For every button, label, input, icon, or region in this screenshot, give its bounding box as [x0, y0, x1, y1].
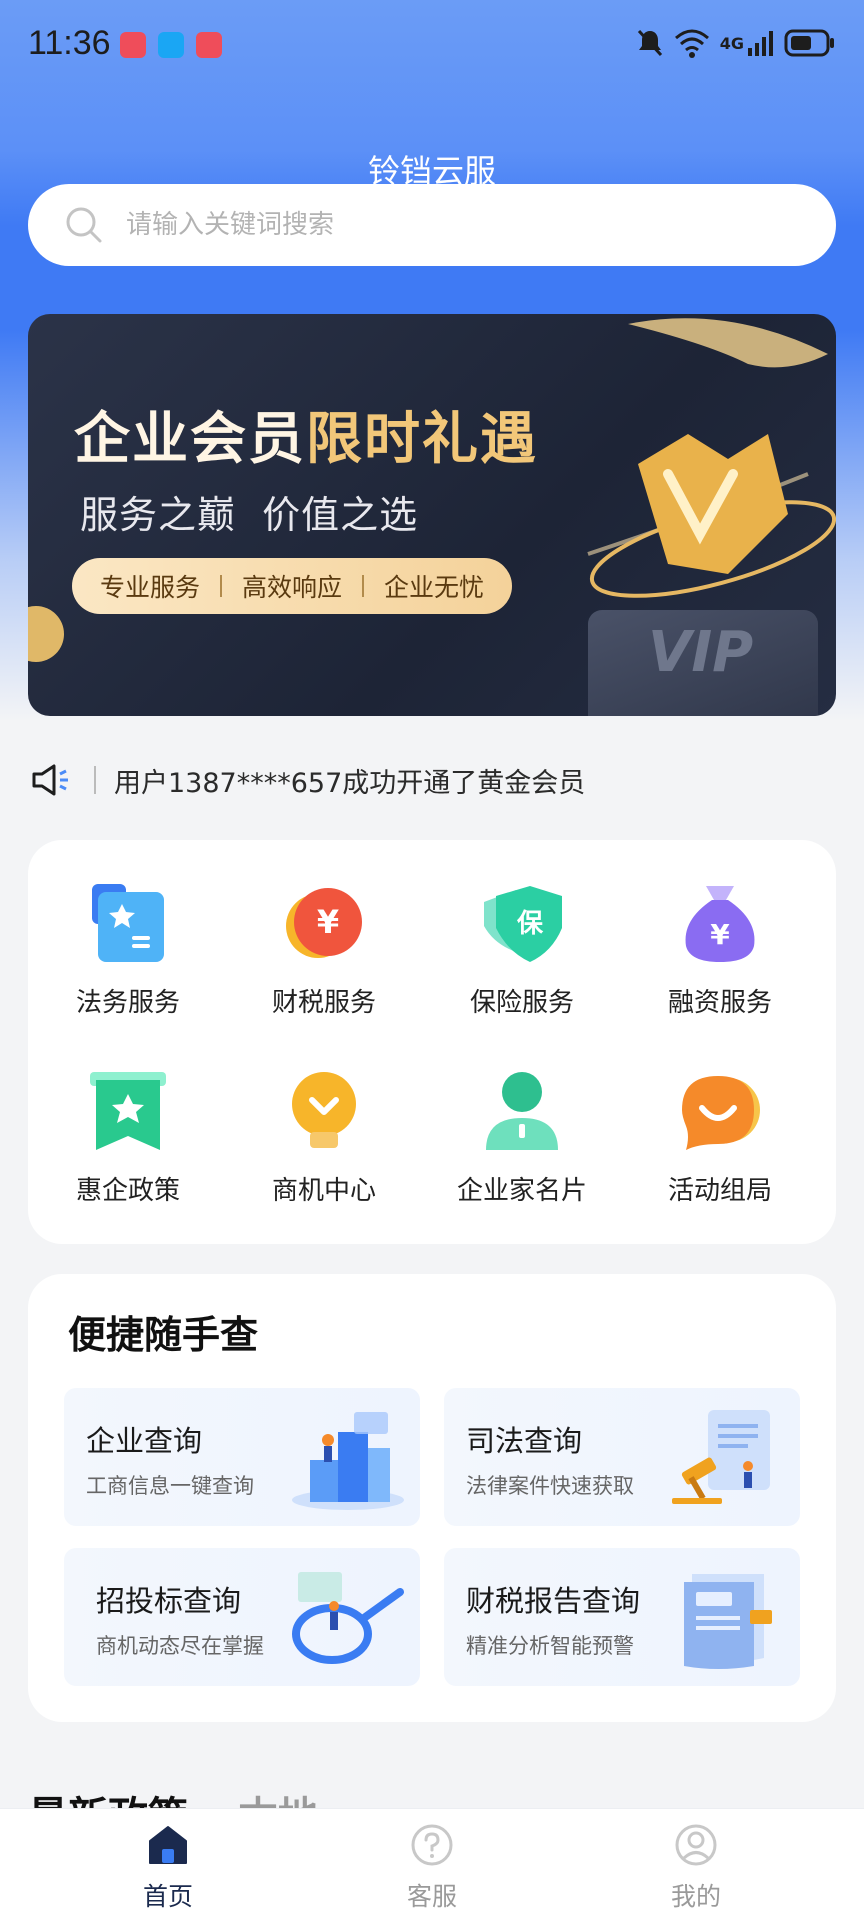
banner-subtitle: 服务之巅 价值之选	[80, 493, 419, 537]
user-profile-icon	[675, 1824, 717, 1866]
banner-title-part1: 企业会员	[74, 407, 306, 472]
gavel-document-illustration-icon	[672, 1410, 770, 1504]
tab-label: 我的	[670, 1882, 721, 1911]
notification-message-icon	[158, 32, 184, 58]
notice-divider	[94, 766, 96, 794]
signal-icon	[748, 31, 773, 56]
svg-text:保: 保	[516, 909, 544, 939]
service-label: 企业家名片	[456, 1176, 587, 1206]
query-card-bidding[interactable]: 招投标查询 商机动态尽在掌握	[64, 1548, 420, 1686]
tab-home[interactable]: 首页	[98, 1823, 238, 1915]
service-policy-benefits[interactable]: 惠企政策	[28, 1070, 228, 1220]
tab-profile[interactable]: 我的	[626, 1823, 766, 1915]
service-label: 法务服务	[75, 988, 180, 1018]
tab-label: 首页	[142, 1882, 193, 1911]
wifi-icon	[674, 29, 709, 58]
service-label: 保险服务	[469, 988, 574, 1018]
buildings-illustration-icon	[292, 1412, 404, 1510]
mute-bell-icon	[637, 29, 662, 57]
service-entrepreneur-card[interactable]: 企业家名片	[422, 1070, 622, 1220]
search-input[interactable]	[126, 210, 766, 240]
notice-text: 用户1387****657成功开通了黄金会员	[114, 767, 586, 799]
tag-divider	[220, 575, 223, 597]
service-label: 财税服务	[271, 988, 376, 1018]
lightbulb-icon	[292, 1072, 356, 1148]
search-icon	[66, 207, 102, 243]
insurance-shield-icon: 保	[484, 886, 562, 962]
status-icons: 4G	[636, 28, 836, 58]
query-card-title: 招投标查询	[96, 1584, 242, 1618]
query-card-subtitle: 工商信息一键查询	[86, 1474, 254, 1498]
legal-card-icon	[92, 884, 164, 962]
banner-tag: 企业无忧	[384, 573, 485, 602]
service-business-opportunity[interactable]: 商机中心	[224, 1070, 424, 1220]
query-card-title: 司法查询	[466, 1424, 583, 1458]
bottom-tab-bar: 首页 客服 我的	[0, 1808, 864, 1920]
service-label: 活动组局	[667, 1176, 772, 1206]
person-icon	[486, 1072, 558, 1150]
notification-app-icon	[196, 32, 222, 58]
tax-report-illustration-icon	[684, 1574, 772, 1669]
service-label: 商机中心	[271, 1176, 376, 1206]
megaphone-icon	[32, 764, 68, 796]
magnifier-illustration-icon	[292, 1572, 404, 1664]
tag-divider	[362, 575, 365, 597]
query-card-title: 财税报告查询	[466, 1584, 641, 1618]
smile-bubble-icon	[682, 1076, 760, 1150]
svg-text:¥: ¥	[317, 903, 339, 941]
quick-query-panel: 便捷随手查 企业查询 工商信息一键查询 司法查询 法律案件快速获取 招投标查询 …	[28, 1274, 836, 1722]
tab-label: 客服	[406, 1882, 457, 1911]
banner-title-highlight: 限时礼遇	[306, 407, 538, 472]
query-card-judicial[interactable]: 司法查询 法律案件快速获取	[444, 1388, 800, 1526]
service-label: 惠企政策	[75, 1176, 180, 1206]
quick-query-title: 便捷随手查	[68, 1313, 259, 1357]
service-legal[interactable]: 法务服务	[28, 882, 228, 1032]
service-tax[interactable]: ¥ 财税服务	[224, 882, 424, 1032]
notification-app-icon	[120, 32, 146, 58]
service-label: 融资服务	[667, 988, 772, 1018]
query-card-tax-report[interactable]: 财税报告查询 精准分析智能预警	[444, 1548, 800, 1686]
money-bag-icon: ¥	[685, 886, 755, 962]
query-card-title: 企业查询	[86, 1424, 203, 1458]
service-financing[interactable]: ¥ 融资服务	[620, 882, 820, 1032]
banner-tag: 专业服务	[100, 573, 201, 602]
status-time: 11:36	[28, 24, 111, 62]
help-question-icon	[411, 1824, 453, 1866]
home-icon	[149, 1826, 187, 1864]
query-card-subtitle: 精准分析智能预警	[466, 1634, 634, 1658]
services-grid: 法务服务 ¥ 财税服务 保 保险服务 ¥ 融资服务 惠企政策 商机中心 企业家名…	[28, 840, 836, 1244]
battery-icon	[784, 29, 834, 57]
announcement-bar[interactable]: 用户1387****657成功开通了黄金会员	[28, 754, 836, 806]
promo-banner[interactable]: VIP 企业会员限时礼遇 服务之巅 价值之选 专业服务 高效响应 企业无忧	[28, 314, 836, 716]
star-bookmark-icon	[90, 1072, 166, 1150]
network-type: 4G	[719, 33, 744, 53]
status-bar: 11:36 4G	[0, 0, 864, 96]
search-bar[interactable]	[28, 184, 836, 266]
tab-customer-service[interactable]: 客服	[362, 1823, 502, 1915]
service-insurance[interactable]: 保 保险服务	[422, 882, 622, 1032]
yuan-coin-icon: ¥	[286, 888, 362, 958]
banner-tags: 专业服务 高效响应 企业无忧	[72, 558, 513, 614]
banner-title: 企业会员限时礼遇	[74, 394, 538, 475]
svg-text:¥: ¥	[710, 918, 730, 951]
banner-tag: 高效响应	[242, 573, 343, 602]
query-card-subtitle: 商机动态尽在掌握	[96, 1634, 264, 1658]
app-title: 铃铛云服	[367, 152, 496, 186]
service-events[interactable]: 活动组局	[620, 1070, 820, 1220]
vip-badge-text: VIP	[648, 620, 754, 685]
query-card-enterprise[interactable]: 企业查询 工商信息一键查询	[64, 1388, 420, 1526]
query-card-subtitle: 法律案件快速获取	[466, 1474, 634, 1498]
